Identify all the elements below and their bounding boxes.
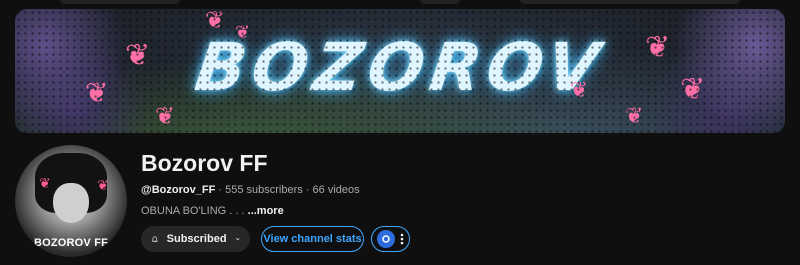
butterfly-icon: ❦ xyxy=(680,73,706,106)
banner-foliage-left xyxy=(15,9,165,133)
more-link[interactable]: ...more xyxy=(248,205,284,217)
butterfly-icon: ❦ xyxy=(625,103,644,128)
more-vert-icon xyxy=(400,233,404,245)
butterfly-icon: ❦ xyxy=(570,77,589,102)
top-strip-segment xyxy=(420,0,460,4)
subscribed-button[interactable]: Subscribed xyxy=(141,226,250,252)
butterfly-icon: ❦ xyxy=(235,22,251,42)
subscribed-label: Subscribed xyxy=(166,233,227,245)
butterfly-icon: ❦ xyxy=(155,103,176,130)
channel-handle: @Bozorov_FF xyxy=(141,184,216,196)
butterfly-icon: ❦ xyxy=(205,9,226,34)
avatar-face xyxy=(53,183,89,223)
bell-icon xyxy=(151,236,159,243)
butterfly-icon: ❦ xyxy=(125,39,151,72)
chevron-down-icon xyxy=(235,238,240,241)
channel-description[interactable]: OBUNA BO'LING . . . ...more xyxy=(141,205,284,217)
avatar-label: BOZOROV FF xyxy=(33,237,109,249)
top-strip xyxy=(0,0,800,6)
extension-glyph-icon xyxy=(382,235,390,243)
view-channel-stats-label: View channel stats xyxy=(263,233,362,245)
description-text: OBUNA BO'LING . . . xyxy=(141,205,248,217)
extension-button[interactable] xyxy=(371,226,410,252)
banner-title: BOZOROV xyxy=(190,29,610,106)
butterfly-icon: ❦ xyxy=(97,177,109,193)
subscriber-count: 555 subscribers xyxy=(225,184,303,196)
extension-logo-icon xyxy=(377,230,395,248)
butterfly-icon: ❦ xyxy=(39,175,51,191)
channel-meta: @Bozorov_FF · 555 subscribers · 66 video… xyxy=(141,184,360,196)
top-strip-segment xyxy=(520,0,740,4)
view-channel-stats-button[interactable]: View channel stats xyxy=(261,226,364,252)
video-count: 66 videos xyxy=(312,184,360,196)
top-strip-segment xyxy=(60,0,180,4)
channel-banner: BOZOROV ❦ ❦ ❦ ❦ ❦ ❦ ❦ ❦ ❦ xyxy=(15,9,785,133)
banner-foliage-right xyxy=(635,9,785,133)
butterfly-icon: ❦ xyxy=(85,77,109,108)
meta-separator: · xyxy=(305,184,310,196)
channel-avatar[interactable]: ❦ ❦ BOZOROV FF xyxy=(15,145,127,257)
channel-name: Bozorov FF xyxy=(141,150,268,176)
meta-separator: · xyxy=(218,184,223,196)
butterfly-icon: ❦ xyxy=(645,31,671,64)
